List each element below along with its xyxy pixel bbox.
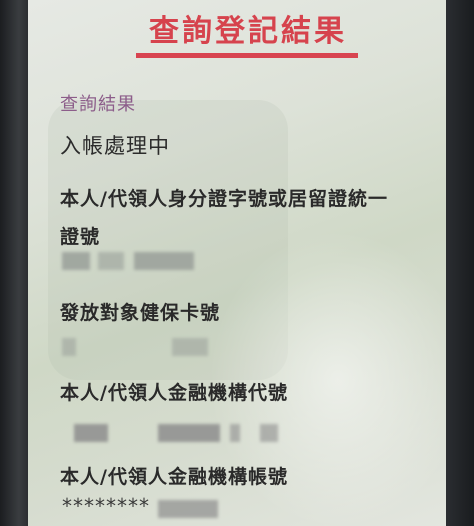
status-value: 入帳處理中 <box>60 134 170 158</box>
page-title: 查詢登記結果 <box>149 14 347 49</box>
blur-segment <box>62 338 76 356</box>
blur-segment <box>158 424 220 442</box>
bank-account-value-masked: ******** <box>62 494 402 520</box>
blur-segment <box>172 338 208 356</box>
id-number-value-masked <box>62 252 402 272</box>
title-bar: 查詢登記結果 <box>28 0 446 70</box>
blur-segment <box>98 252 124 270</box>
bank-code-value-masked <box>62 424 402 444</box>
blur-segment <box>74 424 108 442</box>
blur-segment <box>260 424 278 442</box>
id-number-label-line1: 本人/代領人身分證字號或居留證統一 <box>60 188 388 210</box>
title-underline <box>136 53 358 58</box>
result-section-label: 查詢結果 <box>60 94 136 115</box>
blur-segment <box>62 252 90 270</box>
bank-code-label: 本人/代領人金融機構代號 <box>60 382 288 404</box>
phone-screen: 查詢登記結果 查詢結果 入帳處理中 本人/代領人身分證字號或居留證統一 證號 發… <box>28 0 446 526</box>
health-card-label: 發放對象健保卡號 <box>60 302 221 324</box>
bank-account-asterisks: ******** <box>62 494 150 518</box>
id-number-label: 本人/代領人身分證字號或居留證統一 證號 <box>60 180 410 256</box>
blur-segment <box>134 252 194 270</box>
blur-segment <box>230 424 240 442</box>
health-card-value-masked <box>62 338 402 358</box>
id-number-label-line2: 證號 <box>60 226 101 248</box>
bank-account-label: 本人/代領人金融機構帳號 <box>60 466 288 488</box>
blur-segment <box>158 500 218 518</box>
